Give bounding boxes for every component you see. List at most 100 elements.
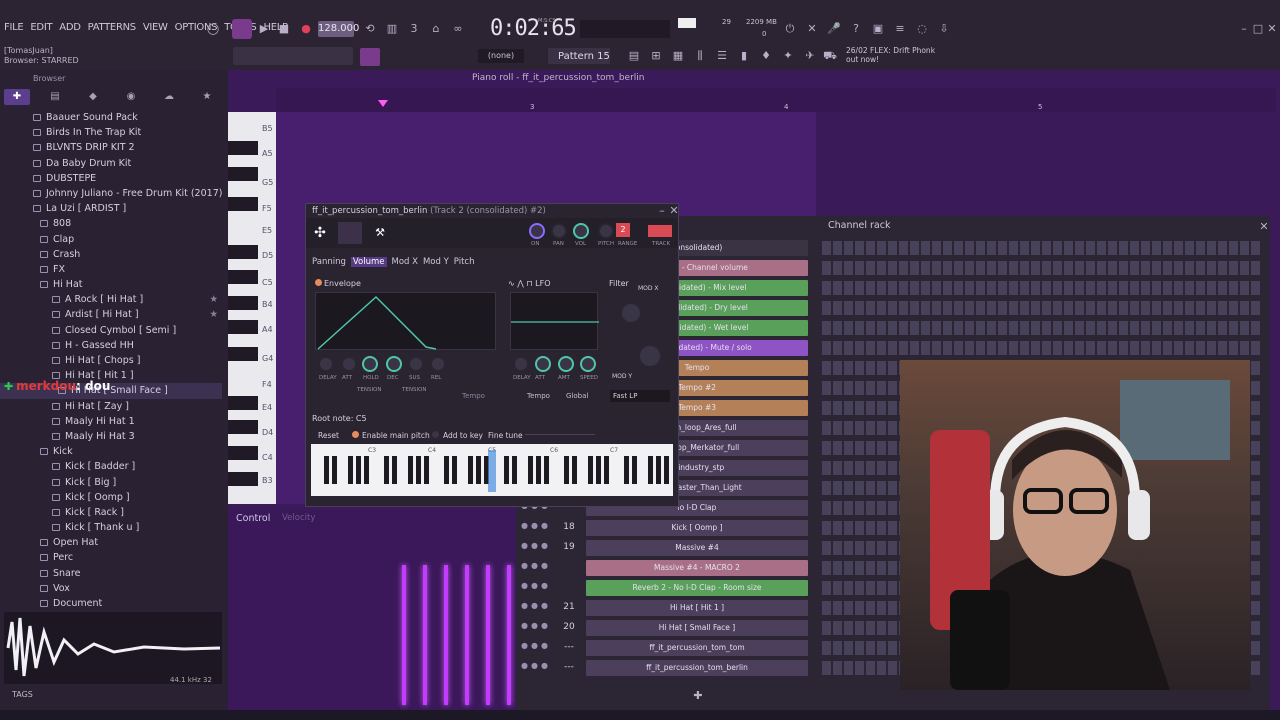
add-to-key-toggle[interactable] — [432, 431, 439, 438]
envelope-knob[interactable] — [362, 356, 378, 372]
channel-controls[interactable]: ●●● — [521, 541, 553, 555]
star-icon[interactable]: ★ — [209, 292, 218, 307]
root-note[interactable]: Root note: C5 — [312, 414, 367, 423]
black-key[interactable] — [476, 456, 481, 484]
black-key[interactable] — [228, 472, 258, 486]
browser-item[interactable]: Ardist [ Hi Hat ] ★ — [0, 307, 222, 322]
browser-item[interactable]: Kick [ Rack ] — [0, 505, 222, 520]
browser-item[interactable]: H - Gassed HH — [0, 338, 222, 353]
black-key[interactable] — [656, 456, 661, 484]
mixer-track-button[interactable] — [648, 225, 672, 237]
black-key[interactable] — [504, 456, 509, 484]
enable-main-pitch-toggle[interactable] — [352, 431, 359, 438]
browser-item[interactable]: Document — [0, 596, 222, 611]
black-key[interactable] — [324, 456, 329, 484]
black-key[interactable] — [408, 456, 413, 484]
black-key[interactable] — [588, 456, 593, 484]
black-key[interactable] — [228, 270, 258, 284]
black-key[interactable] — [228, 320, 258, 334]
touch-keyboard-icon[interactable]: ✦ — [780, 48, 796, 64]
channel-controls[interactable]: ●●● — [521, 661, 553, 675]
browser-item[interactable]: A Rock [ Hi Hat ] ★ — [0, 292, 222, 307]
menu-item-patterns[interactable]: PATTERNS — [88, 22, 137, 33]
velocity-bar[interactable] — [423, 565, 427, 705]
velocity-bar[interactable] — [465, 565, 469, 705]
plugin-icon[interactable]: ▮ — [736, 48, 752, 64]
channel-controls[interactable]: ●●● — [521, 601, 553, 615]
black-key[interactable] — [384, 456, 389, 484]
mod-y-knob[interactable] — [638, 344, 662, 368]
envelope-knob[interactable] — [430, 356, 446, 372]
black-key[interactable] — [228, 347, 258, 361]
pan-knob[interactable] — [551, 223, 567, 239]
black-key[interactable] — [624, 456, 629, 484]
playlist-icon[interactable]: ▤ — [626, 48, 642, 64]
step-sequencer-row[interactable] — [822, 241, 1262, 255]
channel-number[interactable]: 20 — [559, 622, 579, 632]
black-key[interactable] — [392, 456, 397, 484]
black-key[interactable] — [452, 456, 457, 484]
volume-knob[interactable] — [573, 223, 589, 239]
step-sequencer-row[interactable] — [822, 321, 1262, 335]
filter-type-select[interactable]: Fast LP — [610, 390, 670, 402]
browser-item[interactable]: Maaly Hi Hat 3 — [0, 429, 222, 444]
browser-item[interactable]: Perc — [0, 550, 222, 565]
browser-item[interactable]: Snare — [0, 566, 222, 581]
black-key[interactable] — [228, 167, 258, 181]
step-sequencer-row[interactable] — [822, 281, 1262, 295]
browser-item[interactable]: Kick [ Oomp ] — [0, 490, 222, 505]
envelope-knob[interactable] — [341, 356, 357, 372]
menu-item-view[interactable]: VIEW — [143, 22, 168, 33]
channel-button[interactable]: Hi Hat [ Hit 1 ] — [586, 600, 808, 616]
browser-item[interactable]: La Uzi [ ARDIST ] — [0, 201, 222, 216]
chat-icon[interactable]: ◌ — [914, 21, 930, 37]
black-key[interactable] — [228, 141, 258, 155]
control-label[interactable]: Control — [236, 513, 270, 524]
black-key[interactable] — [444, 456, 449, 484]
plugin-database-tab-icon[interactable]: ◆ — [80, 89, 106, 105]
lfo-knob[interactable] — [513, 356, 529, 372]
project-picker-icon[interactable]: ✈ — [802, 48, 818, 64]
playhead-marker[interactable] — [378, 100, 388, 107]
fine-tune-slider[interactable] — [525, 434, 595, 435]
envelope-knob[interactable] — [408, 356, 424, 372]
browser-item[interactable]: Closed Cymbol [ Semi ] — [0, 323, 222, 338]
record-button[interactable]: ● — [298, 21, 314, 37]
black-key[interactable] — [348, 456, 353, 484]
mixer-toolbar-icon[interactable]: ⫼ — [692, 48, 708, 64]
browser-item[interactable]: Birds In The Trap Kit — [0, 125, 222, 140]
envelope-knob[interactable] — [318, 356, 334, 372]
wait-icon[interactable]: ▥ — [384, 21, 400, 37]
black-key[interactable] — [596, 456, 601, 484]
shop-icon[interactable]: ⛟ — [822, 48, 838, 64]
stop-button[interactable]: ■ — [276, 21, 292, 37]
browser-item[interactable]: FX — [0, 262, 222, 277]
add-channel-button[interactable]: ✚ — [690, 688, 706, 704]
piano-roll-icon[interactable]: ⊞ — [648, 48, 664, 64]
black-key[interactable] — [648, 456, 653, 484]
velocity-bar[interactable] — [486, 565, 490, 705]
browser-item[interactable]: Kick [ Badder ] — [0, 459, 222, 474]
black-key[interactable] — [364, 456, 369, 484]
loop-record-icon[interactable]: ∞ — [450, 21, 466, 37]
browser-item[interactable]: Open Hat — [0, 535, 222, 550]
plugin-picker-icon[interactable]: ♦ — [758, 48, 774, 64]
wrench-icon[interactable]: ⚒ — [372, 225, 388, 241]
mic-icon[interactable]: 🎤 — [826, 21, 842, 37]
restart-icon[interactable]: ⏻ — [782, 21, 798, 37]
lfo-tempo[interactable]: Tempo — [527, 392, 550, 400]
black-key[interactable] — [564, 456, 569, 484]
menu-item-file[interactable]: FILE — [4, 22, 24, 33]
lfo-knob[interactable] — [558, 356, 574, 372]
close-icon[interactable]: ✕ — [1264, 21, 1280, 37]
browser-item[interactable]: Baauer Sound Pack — [0, 110, 222, 125]
tab-mod-y[interactable]: Mod Y — [423, 257, 449, 267]
velocity-bar[interactable] — [507, 565, 511, 705]
pitch-knob[interactable] — [598, 223, 614, 239]
channel-rack-close-icon[interactable]: ✕ — [1256, 219, 1272, 235]
channel-number[interactable]: 21 — [559, 602, 579, 612]
step-sequencer-row[interactable] — [822, 341, 1262, 355]
browser-item[interactable]: Clap — [0, 232, 222, 247]
all-tab-icon[interactable]: ✚ — [4, 89, 30, 105]
snap-select[interactable]: (none) — [478, 49, 524, 63]
